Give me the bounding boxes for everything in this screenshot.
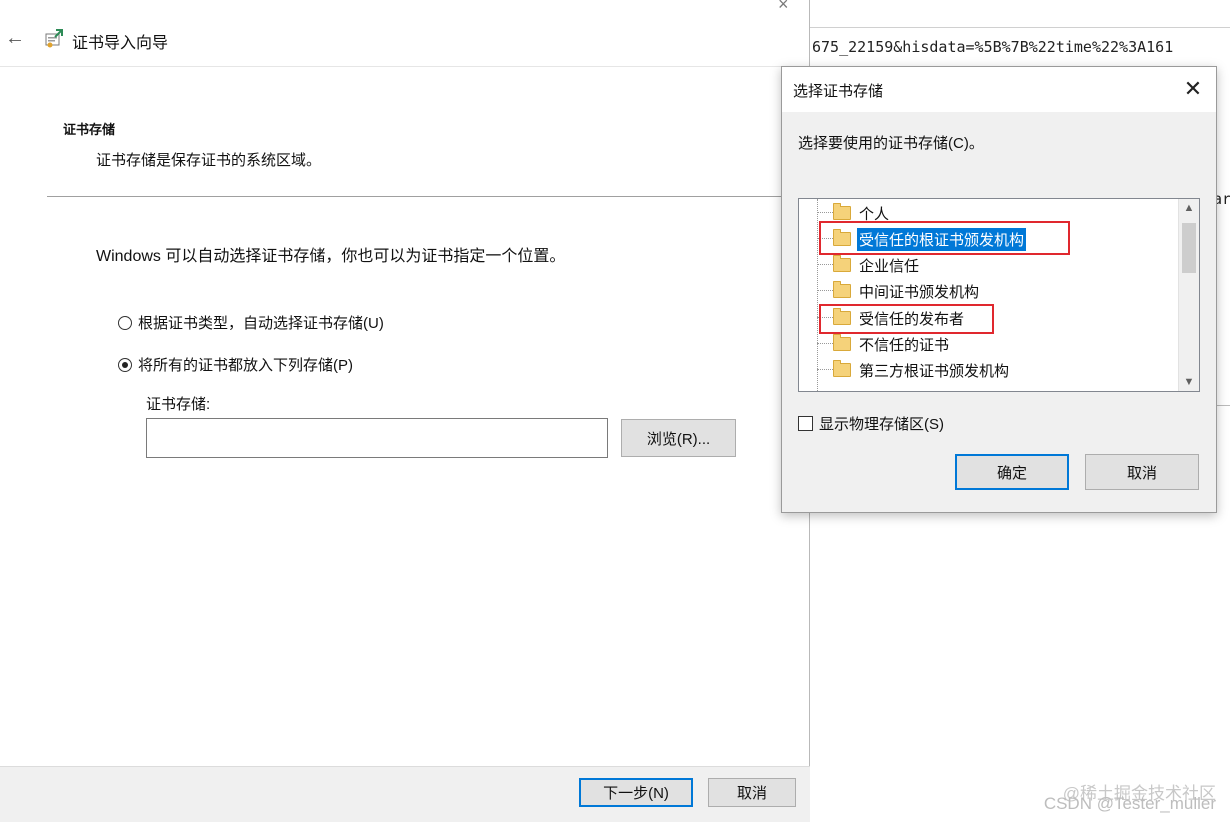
- radio-place-all-in-store[interactable]: 将所有的证书都放入下列存储(P): [118, 354, 353, 375]
- tree-item-label: 中间证书颁发机构: [859, 283, 980, 301]
- show-physical-stores-label: 显示物理存储区(S): [819, 416, 944, 433]
- select-certificate-store-dialog: 选择证书存储 ✕ 选择要使用的证书存储(C)。 个人 受信任的根证书颁发机构 企…: [781, 66, 1217, 513]
- back-arrow-icon[interactable]: ←: [4, 26, 26, 50]
- scroll-up-icon[interactable]: ▲: [1179, 199, 1199, 217]
- browser-toolbar-divider: [810, 27, 1230, 28]
- title-divider: [0, 66, 810, 67]
- radio-manual-label: 将所有的证书都放入下列存储(P): [138, 357, 353, 374]
- wizard-title: 证书导入向导: [72, 35, 169, 52]
- section-divider: [47, 196, 810, 197]
- tree-item-intermediate-ca[interactable]: 中间证书颁发机构: [799, 278, 981, 304]
- annotation-highlight-trusted-root: [819, 221, 1070, 255]
- radio-auto-label: 根据证书类型，自动选择证书存储(U): [138, 315, 384, 332]
- certificate-store-input[interactable]: [146, 418, 608, 458]
- tree-item-label: 企业信任: [859, 257, 920, 275]
- next-button[interactable]: 下一步(N): [579, 778, 693, 807]
- wizard-top-edge: [0, 0, 230, 18]
- section-heading: 证书存储: [63, 122, 116, 137]
- intro-text: Windows 可以自动选择证书存储，你也可以为证书指定一个位置。: [96, 248, 566, 265]
- wizard-close-icon[interactable]: ×: [778, 0, 789, 15]
- dialog-titlebar: 选择证书存储 ✕: [782, 67, 1216, 112]
- dialog-title: 选择证书存储: [793, 83, 884, 100]
- show-physical-stores-checkbox-row[interactable]: 显示物理存储区(S): [798, 413, 944, 434]
- tree-item-label: 不信任的证书: [859, 336, 950, 354]
- scroll-down-icon[interactable]: ▼: [1179, 373, 1199, 391]
- radio-auto-select-store[interactable]: 根据证书类型，自动选择证书存储(U): [118, 312, 384, 333]
- browser-url-text: 675_22159&hisdata=%5B%7B%22time%22%3A161: [812, 38, 1174, 56]
- tree-item-untrusted[interactable]: 不信任的证书: [799, 331, 951, 357]
- section-description: 证书存储是保存证书的系统区域。: [96, 152, 322, 169]
- dialog-prompt: 选择要使用的证书存储(C)。: [798, 135, 984, 152]
- tree-item-third-party-root[interactable]: 第三方根证书颁发机构: [799, 357, 1011, 383]
- certificate-wizard-icon: [45, 29, 63, 48]
- tree-item-label: 第三方根证书颁发机构: [859, 362, 1010, 380]
- watermark-csdn: CSDN @Tester_muller: [1043, 794, 1216, 813]
- browse-button[interactable]: 浏览(R)...: [621, 419, 736, 457]
- radio-manual-circle[interactable]: [118, 357, 132, 372]
- show-physical-stores-checkbox[interactable]: [798, 416, 813, 431]
- folder-icon: [833, 334, 851, 351]
- dialog-close-icon[interactable]: ✕: [1178, 75, 1208, 103]
- cancel-button[interactable]: 取消: [708, 778, 796, 807]
- annotation-highlight-trusted-publishers: [819, 304, 994, 334]
- dialog-cancel-button[interactable]: 取消: [1085, 454, 1199, 490]
- tree-scrollbar[interactable]: ▲ ▼: [1178, 199, 1199, 391]
- tree-item-enterprise-trust[interactable]: 企业信任: [799, 252, 921, 278]
- folder-icon: [833, 360, 851, 377]
- radio-auto-circle[interactable]: [118, 315, 132, 330]
- folder-icon: [833, 255, 851, 272]
- scroll-thumb[interactable]: [1182, 223, 1196, 273]
- folder-icon: [833, 281, 851, 298]
- ok-button[interactable]: 确定: [955, 454, 1069, 490]
- certificate-store-label: 证书存储:: [146, 396, 211, 413]
- certificate-import-wizard: × ← 证书导入向导 证书存储 证书存储是保存证书的系统区域。 Windows …: [0, 0, 810, 822]
- folder-icon: [833, 203, 851, 220]
